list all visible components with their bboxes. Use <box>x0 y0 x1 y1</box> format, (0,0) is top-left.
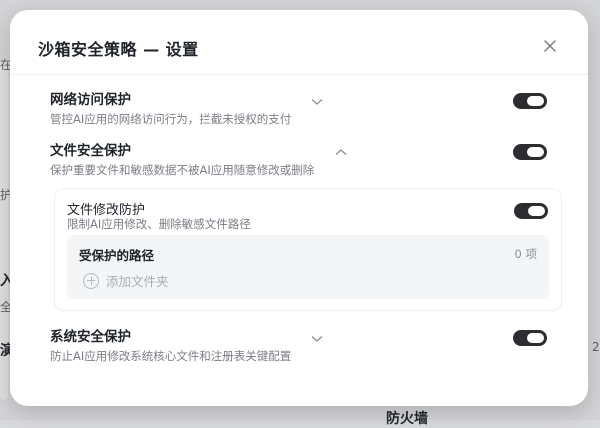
settings-modal: 沙箱安全策略 — 设置 网络访问保护 管控AI应用的网络访问行为，拦截未授权的支… <box>10 10 588 406</box>
network-protection-toggle[interactable] <box>513 93 547 109</box>
file-protection-toggle[interactable] <box>513 144 547 160</box>
chevron-down-icon[interactable] <box>311 335 323 343</box>
section-title: 网络访问保护 <box>50 92 131 108</box>
file-modify-panel: 文件修改防护 限制AI应用修改、删除敏感文件路径 受保护的路径 0 项 添加文件… <box>54 188 562 311</box>
section-title: 系统安全保护 <box>50 329 131 345</box>
section-description: 保护重要文件和敏感数据不被AI应用随意修改或删除 <box>50 163 315 177</box>
modal-header: 沙箱安全策略 — 设置 <box>10 10 588 75</box>
file-modify-description: 限制AI应用修改、删除敏感文件路径 <box>67 217 251 231</box>
close-icon[interactable] <box>542 38 558 54</box>
section-file-protection[interactable]: 文件安全保护 保护重要文件和敏感数据不被AI应用随意修改或删除 <box>50 139 548 178</box>
section-network-protection[interactable]: 网络访问保护 管控AI应用的网络访问行为，拦截未授权的支付 <box>50 88 548 127</box>
system-protection-toggle[interactable] <box>513 330 547 346</box>
modal-title: 沙箱安全策略 — 设置 <box>38 40 199 59</box>
section-description: 防止AI应用修改系统核心文件和注册表关键配置 <box>50 349 292 363</box>
section-system-protection[interactable]: 系统安全保护 防止AI应用修改系统核心文件和注册表关键配置 <box>50 325 548 364</box>
chevron-up-icon[interactable] <box>335 148 347 156</box>
protected-paths-count: 0 项 <box>514 247 537 261</box>
add-folder-label: 添加文件夹 <box>106 274 169 289</box>
file-modify-toggle[interactable] <box>514 203 548 219</box>
section-title: 文件安全保护 <box>50 143 131 159</box>
plus-circle-icon <box>83 272 99 289</box>
protected-paths-box: 受保护的路径 0 项 添加文件夹 <box>67 235 549 299</box>
chevron-down-icon[interactable] <box>311 98 323 106</box>
section-description: 管控AI应用的网络访问行为，拦截未授权的支付 <box>50 112 292 126</box>
add-folder-button[interactable]: 添加文件夹 <box>83 271 169 290</box>
protected-paths-title: 受保护的路径 <box>79 248 155 263</box>
